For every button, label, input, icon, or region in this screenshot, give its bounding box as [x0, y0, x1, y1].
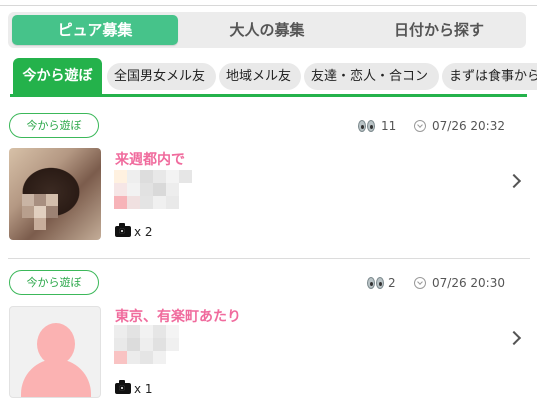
clock-icon [414, 277, 426, 289]
blurred-text [114, 170, 198, 216]
post-thumbnail[interactable] [9, 148, 101, 240]
eyes-icon [367, 277, 384, 289]
photo-count: x 1 [134, 382, 153, 396]
photo-count: x 2 [134, 225, 153, 239]
avatar-body [21, 359, 91, 397]
post-category-badge[interactable]: 今から遊ぼ [9, 113, 99, 138]
camera-icon [115, 223, 131, 237]
post-datetime: 07/26 20:30 [432, 276, 505, 290]
post-category-badge[interactable]: 今から遊ぼ [9, 270, 99, 295]
tab-adult-recruit[interactable]: 大人の募集 [184, 15, 350, 45]
post-title[interactable]: 東京、有楽町あたり [115, 306, 241, 326]
tab-pure-recruit[interactable]: ピュア募集 [12, 15, 178, 45]
camera-icon [115, 380, 131, 394]
tab-bar: ピュア募集 大人の募集 日付から探す [8, 12, 526, 48]
blurred-text [114, 325, 184, 371]
post-thumbnail-placeholder[interactable] [9, 306, 101, 398]
category-tab-meal-first[interactable]: まずは食事から [442, 63, 537, 90]
view-count: 11 [381, 119, 397, 133]
category-tab-nationwide-penpal[interactable]: 全国男女メル友 [107, 63, 216, 90]
post-title[interactable]: 来週都内で [115, 149, 185, 169]
chevron-right-icon[interactable] [506, 330, 522, 346]
post-datetime: 07/26 20:32 [432, 119, 505, 133]
chevron-right-icon[interactable] [506, 173, 522, 189]
post-divider [8, 258, 530, 259]
category-underline [10, 94, 527, 97]
category-tab-local-penpal[interactable]: 地域メル友 [219, 63, 301, 90]
clock-icon [414, 120, 426, 132]
top-divider [0, 5, 537, 6]
category-tab-active[interactable]: 今から遊ぼ [13, 58, 102, 95]
eyes-icon [358, 120, 375, 132]
view-count: 2 [388, 276, 396, 290]
category-tab-friends-lovers[interactable]: 友達・恋人・合コン [304, 63, 439, 90]
tab-search-by-date[interactable]: 日付から探す [356, 15, 522, 45]
